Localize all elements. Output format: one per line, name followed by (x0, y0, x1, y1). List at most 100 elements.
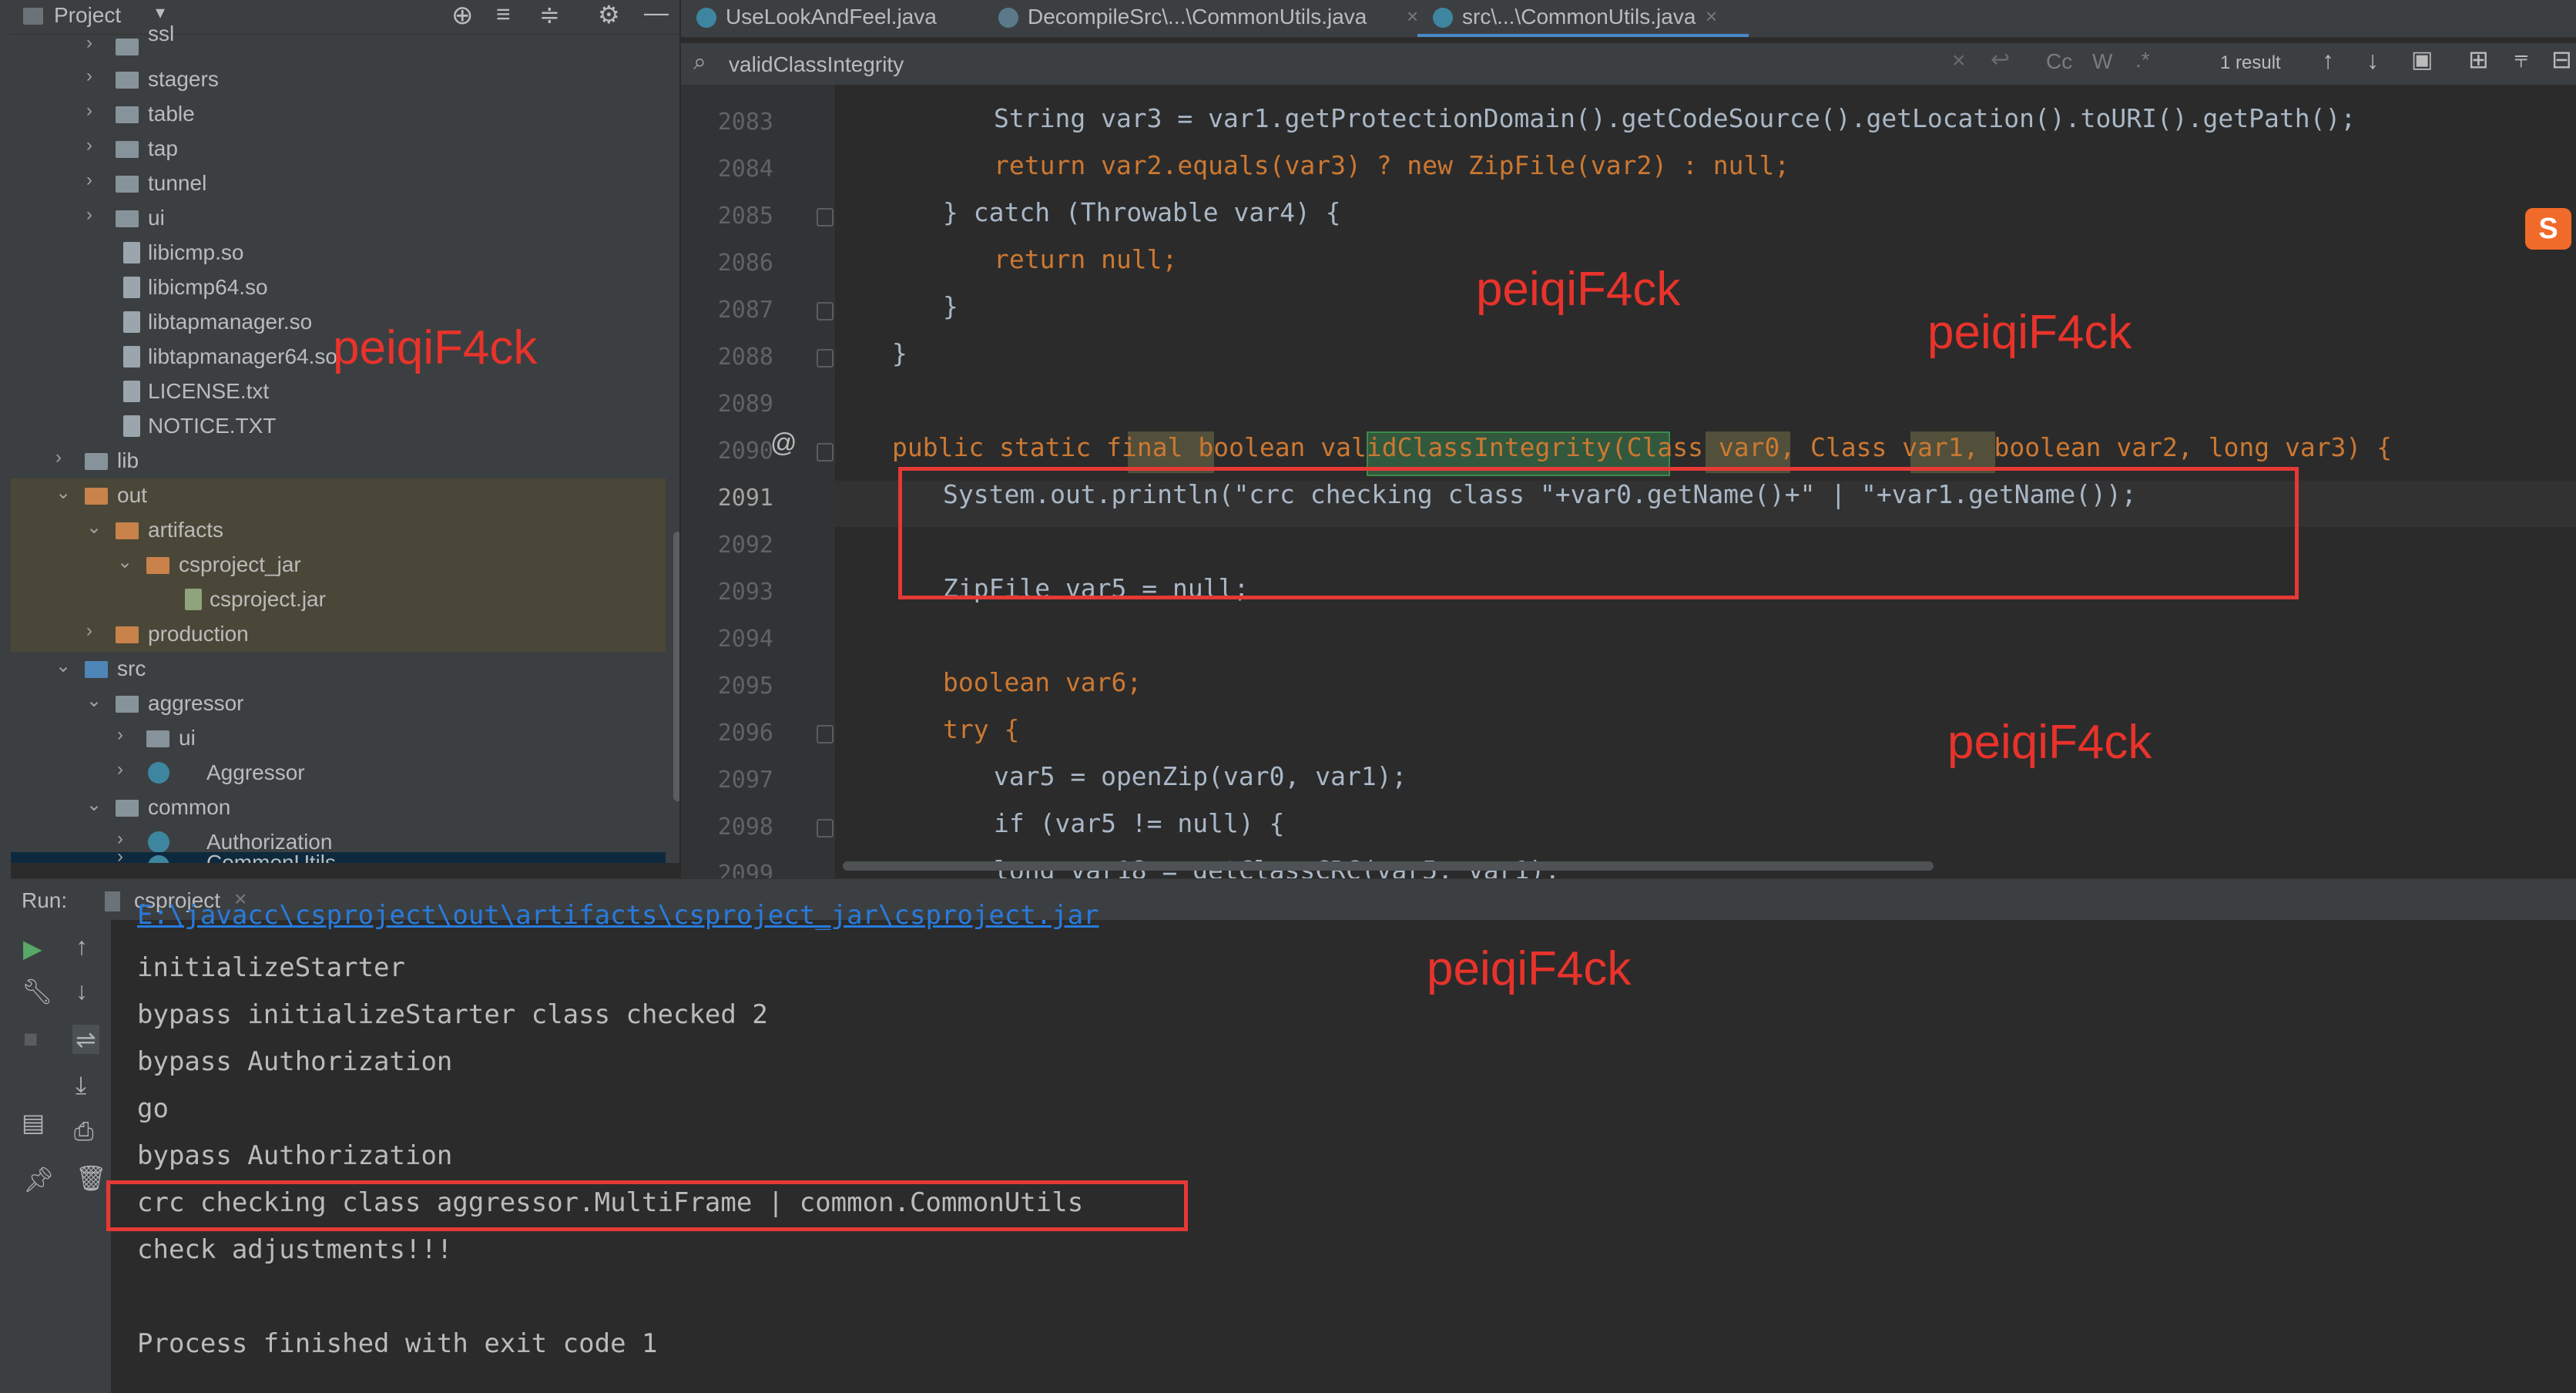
search-input[interactable] (727, 49, 1824, 80)
previous-occurrence-icon[interactable]: ↑ (2322, 46, 2334, 75)
print-icon[interactable]: ⎙ (74, 1117, 94, 1146)
line-number: 2090 (717, 438, 773, 465)
fold-marker-icon[interactable] (817, 819, 834, 837)
fold-marker-icon[interactable] (817, 725, 834, 743)
package-icon (116, 696, 139, 713)
scroll-to-end-icon[interactable]: ⤓ (75, 1071, 86, 1100)
tree-item-aggressor-ui[interactable]: › ui (11, 721, 666, 756)
words-toggle[interactable]: W (2092, 49, 2112, 74)
tree-item-out[interactable]: ⌄ out (11, 478, 666, 513)
tree-item-tunnel[interactable]: › tunnel (11, 166, 666, 201)
console-output[interactable]: E:\javacc\csproject\out\artifacts\csproj… (111, 900, 2576, 1393)
project-panel-title[interactable]: Project (54, 3, 121, 28)
active-tab-indicator (1417, 34, 1749, 37)
fold-marker-icon[interactable] (817, 349, 834, 368)
hide-panel-icon[interactable]: — (644, 0, 669, 27)
tree-item-libicmp64-so[interactable]: libicmp64.so (11, 270, 666, 305)
tree-item-table[interactable]: › table (11, 97, 666, 132)
rerun-icon[interactable]: ▶ (23, 934, 42, 963)
expand-all-icon[interactable]: ≡ (496, 0, 511, 29)
file-icon (123, 311, 140, 333)
tree-item-license-txt[interactable]: LICENSE.txt (11, 374, 666, 409)
tree-item-common[interactable]: ⌄ common (11, 790, 666, 825)
file-icon (123, 346, 140, 368)
watermark-text: peiqiF4ck (1927, 306, 2132, 359)
find-bar: ⌕ × ↩ Cc W .* 1 result ↑ ↓ ▣ ⊞ ⫧ ⊟ (681, 43, 2576, 86)
fold-marker-icon[interactable] (817, 443, 834, 462)
folder-icon (116, 72, 139, 89)
tree-item-ssl[interactable]: › ssl (11, 22, 666, 64)
console-path-line[interactable]: E:\javacc\csproject\out\artifacts\csproj… (137, 900, 1099, 931)
wrench-icon[interactable]: 🔧︎ (22, 977, 53, 1006)
tab-src-commonutils[interactable]: src\...\CommonUtils.java × (1433, 0, 1717, 37)
tree-item-artifacts[interactable]: ⌄ artifacts (11, 513, 666, 548)
down-arrow-icon[interactable]: ↓ (75, 977, 88, 1005)
locate-icon[interactable]: ⊕ (451, 0, 474, 31)
folder-icon (116, 210, 139, 227)
jar-file-icon (185, 589, 202, 610)
add-selection-icon[interactable]: ⊞ (2468, 45, 2489, 74)
stop-icon[interactable]: ■ (23, 1025, 38, 1053)
file-icon (123, 242, 140, 263)
left-tool-strip (0, 0, 12, 878)
class-icon (148, 855, 169, 863)
tree-item-csproject-jar-folder[interactable]: ⌄ csproject_jar (11, 548, 666, 582)
pin-icon[interactable]: 📌︎ (23, 1165, 55, 1194)
editor-horizontal-scrollbar[interactable] (843, 861, 1934, 871)
text-file-icon (123, 415, 140, 437)
line-number: 2098 (717, 814, 773, 841)
tab-decompilesrc-commonutils[interactable]: DecompileSrc\...\CommonUtils.java × (998, 0, 1418, 37)
layout-icon[interactable]: ▤ (22, 1108, 45, 1137)
regex-toggle[interactable]: .* (2135, 48, 2150, 72)
select-all-occurrences-icon[interactable]: ▣ (2411, 46, 2433, 73)
close-icon[interactable]: × (1407, 5, 1418, 29)
tree-item-ui[interactable]: › ui (11, 201, 666, 236)
tree-item-stagers[interactable]: › stagers (11, 62, 666, 97)
code-line: try { (943, 714, 1020, 744)
tree-item-tap[interactable]: › tap (11, 132, 666, 166)
folder-icon (146, 557, 169, 574)
class-icon (1433, 8, 1453, 28)
console-line: bypass initializeStarter class checked 2 (137, 999, 768, 1030)
tree-item-libicmp-so[interactable]: libicmp.so (11, 236, 666, 270)
tab-uselookandfeel[interactable]: UseLookAndFeel.java × (696, 0, 1018, 37)
folder-icon (116, 176, 139, 193)
class-icon (998, 8, 1018, 28)
close-find-icon[interactable]: ⊟ (2551, 45, 2572, 74)
line-number: 2085 (717, 203, 773, 230)
match-case-toggle[interactable]: Cc (2046, 49, 2072, 74)
close-icon[interactable]: × (1706, 5, 1717, 29)
chevron-down-icon[interactable]: ▾ (156, 2, 165, 24)
folder-icon (85, 488, 108, 505)
line-number: 2086 (717, 250, 773, 277)
gear-icon[interactable]: ⚙ (598, 0, 620, 29)
clear-search-icon[interactable]: × (1952, 48, 1966, 74)
tree-item-src[interactable]: ⌄ src (11, 652, 666, 686)
trash-icon[interactable]: 🗑︎ (75, 1163, 107, 1193)
tree-item-csproject-jar[interactable]: csproject.jar (11, 582, 666, 617)
editor-tab-bar: UseLookAndFeel.java × DecompileSrc\...\C… (681, 0, 2576, 38)
soft-wrap-icon[interactable]: ⇌ (72, 1025, 99, 1054)
line-number: 2097 (717, 767, 773, 794)
fold-marker-icon[interactable] (817, 208, 834, 227)
code-line: return var2.equals(var3) ? new ZipFile(v… (994, 150, 1790, 180)
next-occurrence-icon[interactable]: ↓ (2366, 46, 2379, 75)
filter-icon[interactable]: ⫧ (2514, 45, 2528, 74)
search-icon: ⌕ (693, 49, 706, 75)
tree-item-production[interactable]: › production (11, 617, 666, 652)
line-number: 2093 (717, 579, 773, 606)
package-icon (116, 800, 139, 817)
annotation-marker-icon[interactable]: @ (770, 428, 797, 458)
tree-item-commonutils[interactable]: › CommonUtils (11, 852, 666, 863)
tree-item-lib[interactable]: › lib (11, 444, 666, 478)
collapse-all-icon[interactable]: ≑ (539, 0, 560, 29)
project-scrollbar[interactable] (673, 532, 679, 801)
tree-item-notice-txt[interactable]: NOTICE.TXT (11, 409, 666, 444)
up-arrow-icon[interactable]: ↑ (75, 932, 88, 961)
tree-item-aggressor[interactable]: ⌄ aggressor (11, 686, 666, 721)
fold-marker-icon[interactable] (817, 302, 834, 321)
code-line: if (var5 != null) { (994, 808, 1285, 838)
replace-toggle-icon[interactable]: ↩ (1991, 46, 2010, 73)
tree-item-aggressor-class[interactable]: › Aggressor (11, 756, 666, 790)
class-icon (148, 762, 169, 784)
